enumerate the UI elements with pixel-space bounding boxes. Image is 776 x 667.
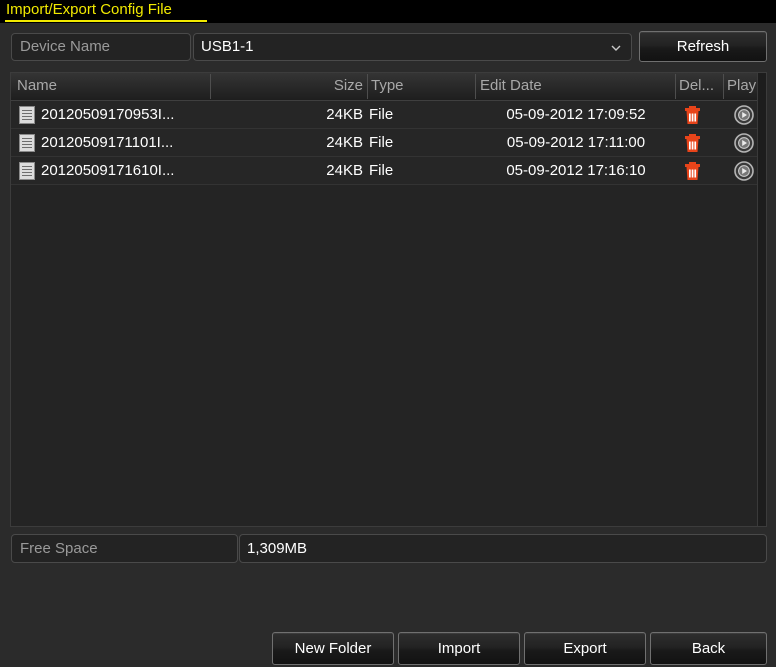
device-selector-row: Device Name USB1-1 Refresh <box>0 23 776 71</box>
device-name-label: Device Name <box>11 33 191 61</box>
refresh-button[interactable]: Refresh <box>639 31 767 62</box>
file-icon <box>19 162 35 180</box>
chevron-down-icon[interactable] <box>611 43 621 53</box>
trash-icon[interactable] <box>684 106 701 124</box>
page-title: Import/Export Config File <box>6 1 172 18</box>
table-row[interactable]: 20120509170953I... 24KB File 05-09-2012 … <box>11 101 766 129</box>
play-circle-icon[interactable] <box>734 161 754 181</box>
column-header-size[interactable]: Size <box>211 73 363 100</box>
free-space-label: Free Space <box>11 534 238 563</box>
cell-size: 24KB <box>326 162 363 179</box>
file-list-scrollbar[interactable] <box>757 73 766 526</box>
column-header-edit-date[interactable]: Edit Date <box>480 73 670 100</box>
file-list-rows: 20120509170953I... 24KB File 05-09-2012 … <box>11 101 766 185</box>
file-list-header: Name Size Type Edit Date Del... Play <box>11 73 766 101</box>
file-list-panel: Name Size Type Edit Date Del... Play 201… <box>10 72 767 527</box>
device-name-value: USB1-1 <box>201 38 254 55</box>
cell-edit-date: 05-09-2012 17:16:10 <box>506 162 646 179</box>
file-icon <box>19 134 35 152</box>
play-circle-icon[interactable] <box>734 105 754 125</box>
cell-name: 20120509171101I... <box>41 134 174 151</box>
column-header-name[interactable]: Name <box>17 73 207 100</box>
footer-button-bar: New Folder Import Export Back <box>0 630 776 667</box>
cell-type: File <box>369 162 394 179</box>
column-header-delete[interactable]: Del... <box>679 73 723 100</box>
table-row[interactable]: 20120509171101I... 24KB File 05-09-2012 … <box>11 129 766 157</box>
cell-type: File <box>369 134 394 151</box>
export-button[interactable]: Export <box>524 632 646 665</box>
cell-type: File <box>369 106 394 123</box>
cell-name: 20120509170953I... <box>41 106 175 123</box>
cell-name: 20120509171610I... <box>41 162 175 179</box>
file-icon <box>19 106 35 124</box>
cell-size: 24KB <box>326 134 363 151</box>
trash-icon[interactable] <box>684 134 701 152</box>
table-row[interactable]: 20120509171610I... 24KB File 05-09-2012 … <box>11 157 766 185</box>
back-button[interactable]: Back <box>650 632 767 665</box>
window-title-bar: Import/Export Config File <box>0 0 776 23</box>
free-space-value: 1,309MB <box>239 534 767 563</box>
title-underline <box>5 20 207 22</box>
column-divider[interactable] <box>675 74 676 99</box>
column-divider[interactable] <box>723 74 724 99</box>
trash-icon[interactable] <box>684 162 701 180</box>
cell-edit-date: 05-09-2012 17:11:00 <box>506 134 646 151</box>
column-divider[interactable] <box>367 74 368 99</box>
import-button[interactable]: Import <box>398 632 520 665</box>
cell-edit-date: 05-09-2012 17:09:52 <box>506 106 646 123</box>
column-divider[interactable] <box>475 74 476 99</box>
device-name-select[interactable]: USB1-1 <box>193 33 632 61</box>
new-folder-button[interactable]: New Folder <box>272 632 394 665</box>
cell-size: 24KB <box>326 106 363 123</box>
column-header-type[interactable]: Type <box>371 73 471 100</box>
play-circle-icon[interactable] <box>734 133 754 153</box>
